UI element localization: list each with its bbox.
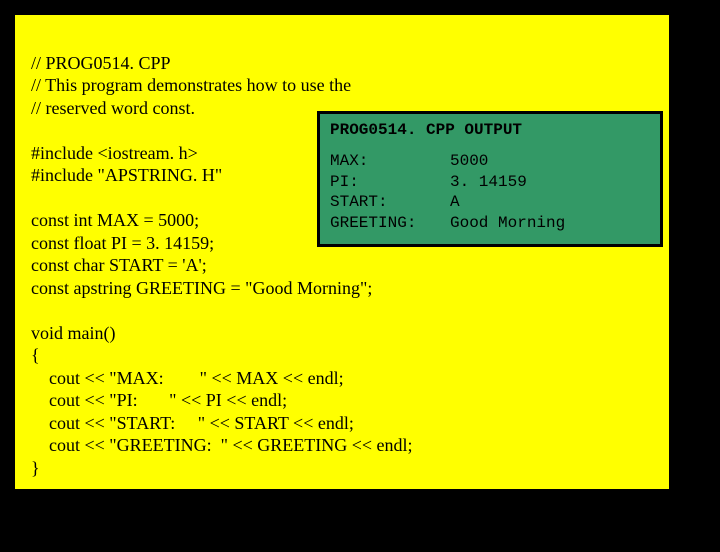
code-line: cout << "MAX: " << MAX << endl; [31, 368, 344, 388]
output-label: MAX: [330, 151, 450, 172]
output-value: A [450, 192, 460, 213]
code-line: const int MAX = 5000; [31, 210, 199, 230]
output-value: 5000 [450, 151, 488, 172]
output-row: GREETING: Good Morning [330, 213, 650, 234]
code-line: const float PI = 3. 14159; [31, 233, 214, 253]
source-code: // PROG0514. CPP // This program demonst… [31, 29, 653, 502]
code-line: // reserved word const. [31, 98, 195, 118]
output-row: PI: 3. 14159 [330, 172, 650, 193]
output-label: GREETING: [330, 213, 450, 234]
code-line: #include "APSTRING. H" [31, 165, 222, 185]
code-line: const apstring GREETING = "Good Morning"… [31, 278, 372, 298]
code-line: } [31, 458, 40, 478]
code-line: void main() [31, 323, 115, 343]
code-line: cout << "START: " << START << endl; [31, 413, 354, 433]
code-line: cout << "GREETING: " << GREETING << endl… [31, 435, 413, 455]
code-line: // This program demonstrates how to use … [31, 75, 351, 95]
slide-container: // PROG0514. CPP // This program demonst… [12, 12, 672, 492]
output-title: PROG0514. CPP OUTPUT [330, 120, 650, 141]
code-line: { [31, 345, 40, 365]
output-row: MAX: 5000 [330, 151, 650, 172]
output-label: START: [330, 192, 450, 213]
code-line: #include <iostream. h> [31, 143, 198, 163]
output-panel: PROG0514. CPP OUTPUT MAX: 5000 PI: 3. 14… [317, 111, 663, 247]
code-line: // PROG0514. CPP [31, 53, 171, 73]
output-row: START: A [330, 192, 650, 213]
output-value: Good Morning [450, 213, 565, 234]
code-line: cout << "PI: " << PI << endl; [31, 390, 287, 410]
output-label: PI: [330, 172, 450, 193]
code-line: const char START = 'A'; [31, 255, 207, 275]
output-value: 3. 14159 [450, 172, 527, 193]
